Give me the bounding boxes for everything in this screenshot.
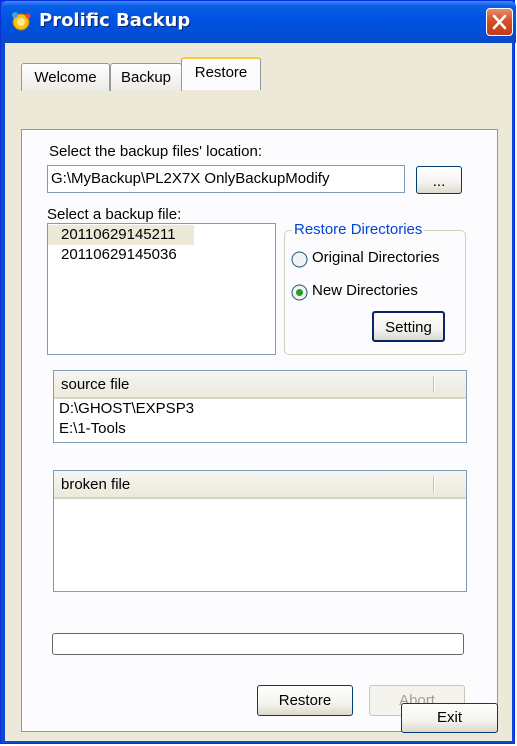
restore-directories-group: Restore Directories Original Directories…	[284, 221, 466, 355]
location-label: Select the backup files' location:	[49, 143, 262, 160]
source-file-header-label: source file	[61, 376, 130, 393]
broken-file-header[interactable]: broken file	[54, 471, 466, 499]
restore-button[interactable]: Restore	[257, 685, 353, 716]
restore-progress-bar	[52, 633, 464, 655]
close-icon	[492, 14, 507, 30]
app-logo-icon	[12, 12, 31, 31]
tab-backup[interactable]: Backup	[110, 63, 182, 91]
radio-original-directories[interactable]	[291, 251, 308, 268]
setting-button[interactable]: Setting	[372, 311, 445, 342]
list-item[interactable]: 20110629145211	[48, 225, 194, 245]
source-file-header[interactable]: source file	[54, 371, 466, 399]
title-bar[interactable]: Prolific Backup	[1, 1, 516, 43]
location-field[interactable]: G:\MyBackup\PL2X7X OnlyBackupModify	[47, 165, 405, 193]
exit-button[interactable]: Exit	[401, 703, 498, 733]
backup-file-list[interactable]: 20110629145211 20110629145036	[47, 223, 276, 355]
restore-tab-panel: Select the backup files' location: G:\My…	[21, 129, 498, 732]
browse-button[interactable]: ...	[416, 166, 462, 194]
tab-restore[interactable]: Restore	[181, 57, 261, 90]
original-directories-label[interactable]: Original Directories	[312, 249, 440, 266]
radio-new-directories[interactable]	[291, 284, 308, 301]
window-title: Prolific Backup	[39, 10, 191, 31]
close-button[interactable]	[486, 8, 513, 36]
new-directories-label[interactable]: New Directories	[312, 282, 418, 299]
app-window: Prolific Backup Welcome Backup Restore S…	[0, 0, 516, 744]
backup-file-label: Select a backup file:	[47, 206, 182, 223]
restore-directories-title: Restore Directories	[292, 221, 425, 238]
tab-welcome[interactable]: Welcome	[21, 63, 110, 91]
column-separator[interactable]	[433, 476, 434, 493]
window-client: Welcome Backup Restore Select the backup…	[5, 43, 512, 741]
source-file-list[interactable]: source file D:\GHOST\EXPSP3 E:\1-Tools	[53, 370, 467, 443]
list-item[interactable]: E:\1-Tools	[54, 419, 466, 439]
column-separator[interactable]	[433, 376, 434, 393]
broken-file-list[interactable]: broken file	[53, 470, 467, 592]
list-item[interactable]: 20110629145036	[48, 245, 275, 265]
list-item[interactable]: D:\GHOST\EXPSP3	[54, 399, 466, 419]
broken-file-header-label: broken file	[61, 476, 131, 493]
